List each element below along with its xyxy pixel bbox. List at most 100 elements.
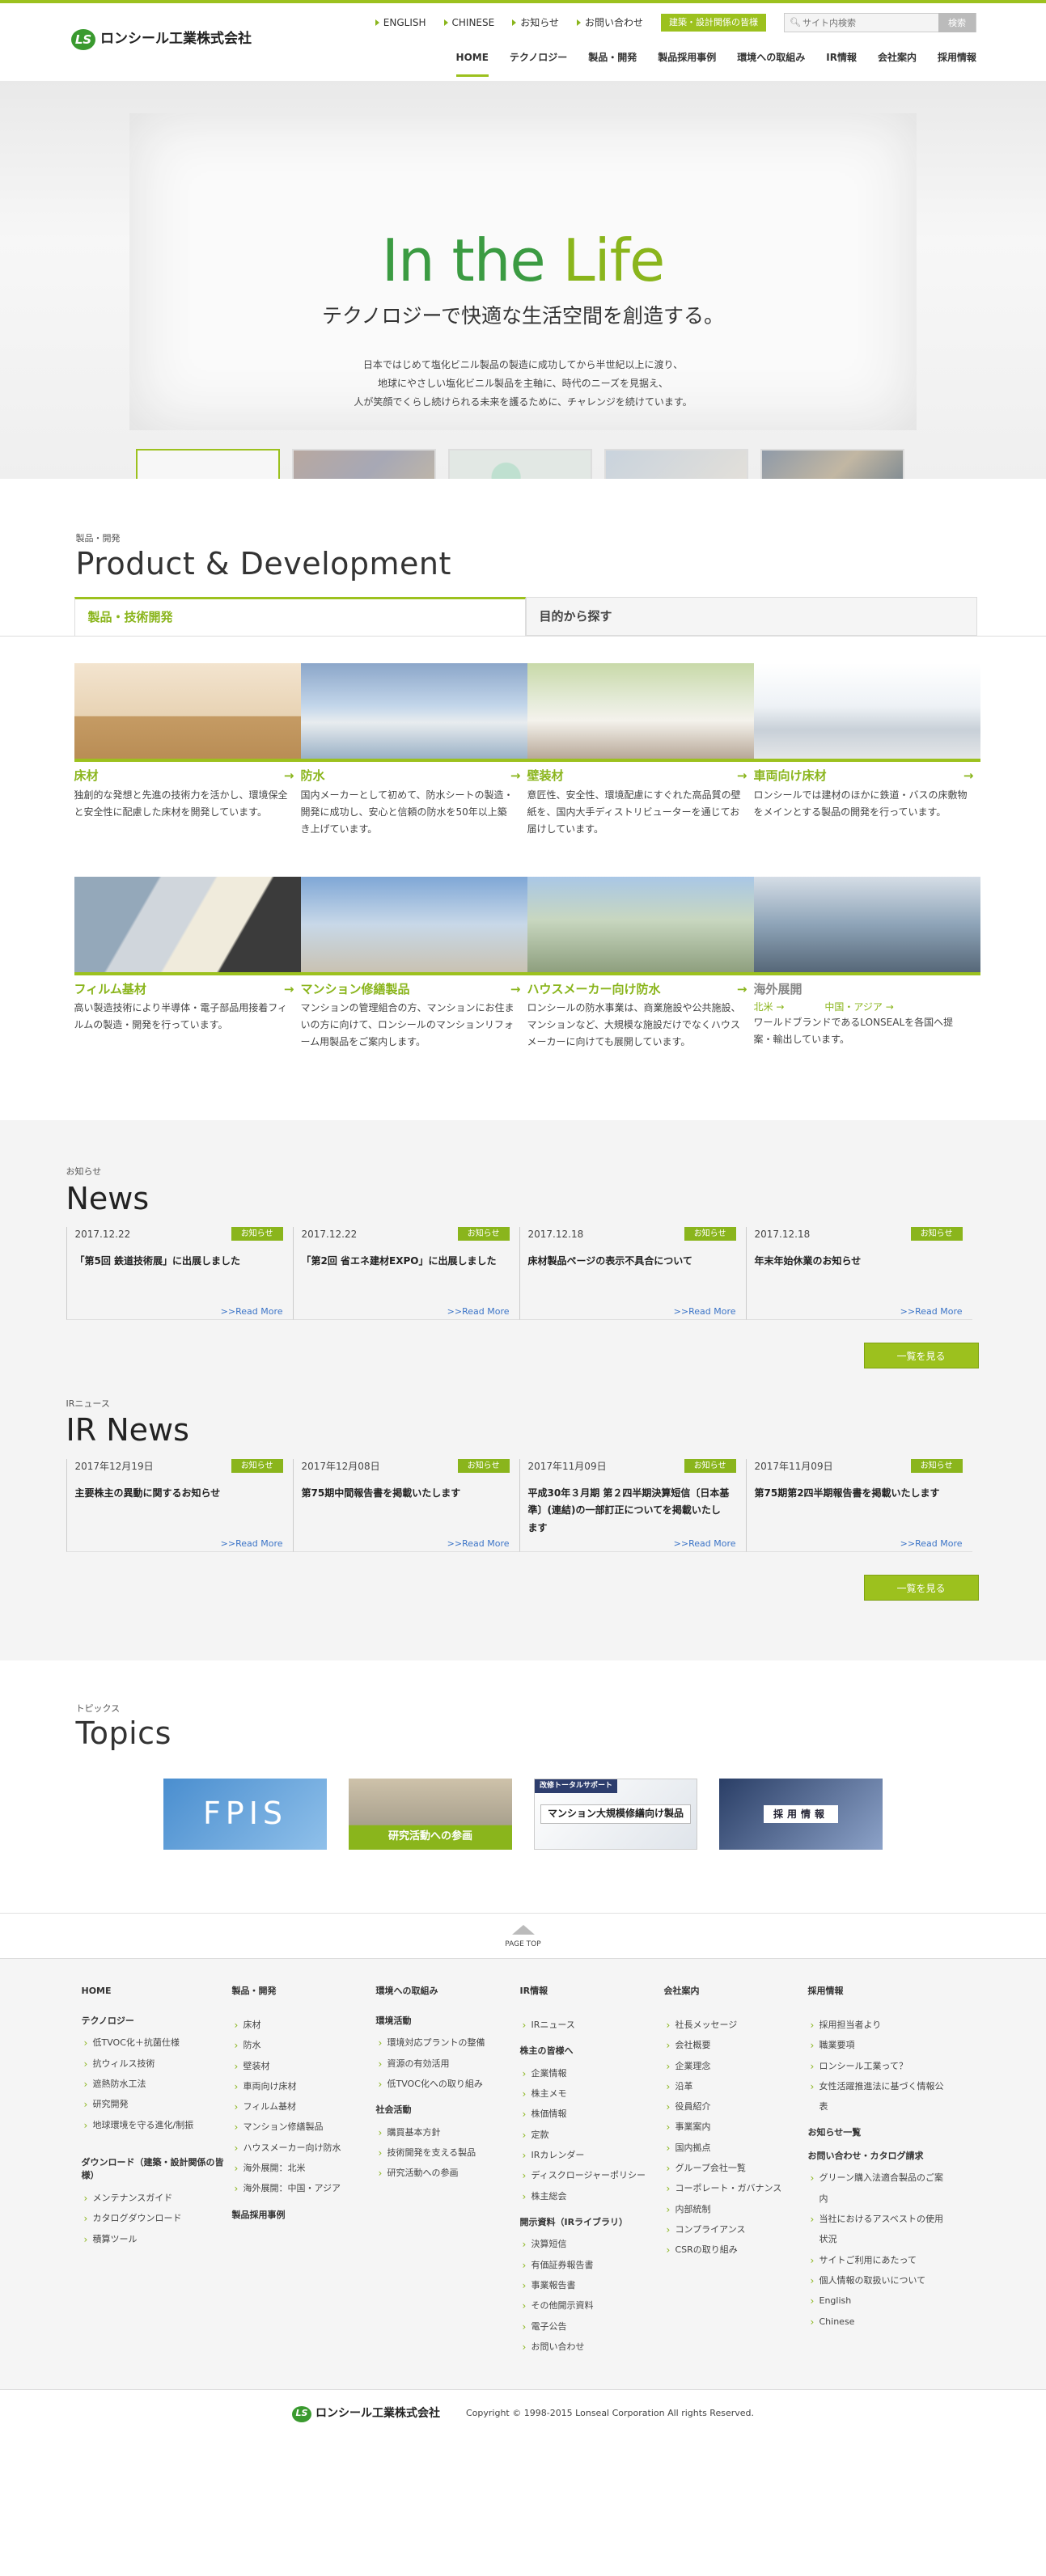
sitemap-heading-link[interactable]: テクノロジー (82, 2015, 232, 2028)
product-card[interactable]: ハウスメーカー向け防水 → ロンシールの防水事業は、商業施設や公共施設、マンション… (527, 876, 754, 1051)
search-button[interactable]: 検索 (938, 13, 976, 32)
sitemap-link[interactable]: 資源の有効活用 (376, 2054, 520, 2076)
design-professionals-button[interactable]: 建築・設計関係の皆様 (661, 13, 766, 32)
overseas-asia-link[interactable]: 中国・アジア → (824, 1000, 893, 1014)
footer-logo[interactable]: LS ロンシール工業株式会社 (291, 2405, 440, 2422)
sitemap-link[interactable]: その他開示資料 (520, 2295, 664, 2318)
slider-thumb-5[interactable] (760, 449, 904, 479)
sitemap-link[interactable]: メンテナンスガイド (82, 2188, 232, 2210)
sitemap-heading-link[interactable]: 社会活動 (376, 2104, 520, 2117)
sitemap-link[interactable]: IRカレンダー (520, 2145, 664, 2168)
sitemap-link[interactable]: 海外展開：中国・アジア (232, 2178, 376, 2201)
sitemap-link[interactable]: 技術開発を支える製品 (376, 2142, 520, 2165)
sitemap-heading-link[interactable]: 開示資料（IRライブラリ） (520, 2216, 664, 2230)
product-card[interactable]: 車両向け床材 → ロンシールでは建材のほかに鉄道・バスの床敷物をメインとする製品の… (753, 663, 980, 838)
slider-thumb-3[interactable] (448, 449, 592, 479)
ir-news-card[interactable]: 2017年12月19日 お知らせ 主要株主の異動に関するお知らせ >>Read M… (66, 1458, 293, 1552)
ir-news-card[interactable]: 2017年12月08日 お知らせ 第75期中間報告書を掲載いたします >>Read… (292, 1458, 519, 1552)
search-input[interactable] (785, 14, 938, 32)
news-list-button[interactable]: 一覧を見る (863, 1342, 979, 1368)
sitemap-link[interactable]: 電子公告 (520, 2316, 664, 2339)
site-logo[interactable]: LS ロンシール工業株式会社 (71, 29, 252, 50)
product-card[interactable]: 防水 → 国内メーカーとして初めて、防水シートの製造・開発に成功し、安心と信頼の防… (300, 663, 527, 838)
tab-products-tech[interactable]: 製品・技術開発 (74, 597, 526, 637)
read-more-link[interactable]: >>Read More (674, 1305, 736, 1319)
read-more-link[interactable]: >>Read More (674, 1538, 736, 1551)
sitemap-link[interactable]: ディスクロージャーポリシー (520, 2165, 664, 2188)
sitemap-link[interactable]: フィルム基材 (232, 2096, 376, 2119)
sitemap-link[interactable]: 企業情報 (520, 2063, 664, 2086)
sitemap-link[interactable]: IRニュース (520, 2015, 664, 2037)
ir-list-button[interactable]: 一覧を見る (863, 1574, 979, 1601)
sitemap-link[interactable]: 事業案内 (664, 2117, 808, 2139)
sitemap-link[interactable]: 決算短信 (520, 2234, 664, 2257)
nav-environment[interactable]: 環境への取組み (737, 50, 805, 77)
nav-recruit[interactable]: 採用情報 (938, 50, 976, 77)
utility-english-link[interactable]: ENGLISH (375, 15, 426, 30)
nav-home[interactable]: HOME (455, 50, 489, 77)
sitemap-link[interactable]: 遮熱防水工法 (82, 2074, 232, 2096)
sitemap-link[interactable]: 購買基本方針 (376, 2122, 520, 2145)
utility-news-link[interactable]: お知らせ (512, 15, 559, 30)
sitemap-heading-link[interactable]: 会社案内 (664, 1985, 808, 1999)
sitemap-heading-link[interactable]: 製品・開発 (232, 1985, 376, 1999)
sitemap-link[interactable]: 内部統制 (664, 2199, 808, 2222)
banner-mansion-repair[interactable]: 改修トータルサポート マンション大規模修繕向け製品 (534, 1778, 697, 1850)
nav-case-studies[interactable]: 製品採用事例 (658, 50, 716, 77)
read-more-link[interactable]: >>Read More (900, 1538, 963, 1551)
news-card[interactable]: 2017.12.22 お知らせ 「第5回 鉄道技術展」に出展しました >>Read… (66, 1226, 293, 1320)
sitemap-link[interactable]: 壁装材 (232, 2056, 376, 2079)
read-more-link[interactable]: >>Read More (900, 1305, 963, 1319)
sitemap-link[interactable]: CSRの取り組み (664, 2240, 808, 2262)
sitemap-link[interactable]: カタログダウンロード (82, 2208, 232, 2231)
sitemap-link[interactable]: 会社概要 (664, 2035, 808, 2058)
sitemap-heading-link[interactable]: 環境への取組み (376, 1985, 520, 1999)
product-card[interactable]: マンション修繕製品 → マンションの管理組合の方、マンションにお住まいの方に向けて… (300, 876, 527, 1051)
sitemap-link[interactable]: 当社におけるアスベストの使用状況 (808, 2209, 952, 2250)
sitemap-link[interactable]: 床材 (232, 2015, 376, 2037)
sitemap-link[interactable]: 抗ウィルス技術 (82, 2054, 232, 2076)
sitemap-link[interactable]: 低TVOC化への取り組み (376, 2074, 520, 2096)
nav-products[interactable]: 製品・開発 (588, 50, 637, 77)
sitemap-heading-link[interactable]: HOME (82, 1985, 232, 1999)
sitemap-heading-link[interactable]: 製品採用事例 (232, 2209, 376, 2223)
sitemap-link[interactable]: 社長メッセージ (664, 2015, 808, 2037)
read-more-link[interactable]: >>Read More (221, 1538, 283, 1551)
sitemap-link[interactable]: グリーン購入法適合製品のご案内 (808, 2168, 952, 2209)
sitemap-link[interactable]: ハウスメーカー向け防水 (232, 2138, 376, 2160)
sitemap-link[interactable]: ロンシール工業って？ (808, 2056, 952, 2079)
sitemap-link[interactable]: 車両向け床材 (232, 2076, 376, 2099)
read-more-link[interactable]: >>Read More (447, 1538, 510, 1551)
sitemap-link[interactable]: 国内拠点 (664, 2138, 808, 2160)
sitemap-heading-link[interactable]: ダウンロード（建築・設計関係の皆様） (82, 2156, 232, 2183)
sitemap-link[interactable]: 株主総会 (520, 2186, 664, 2209)
sitemap-link[interactable]: 株主メモ (520, 2083, 664, 2106)
sitemap-link[interactable]: 研究活動への参画 (376, 2163, 520, 2185)
sitemap-link[interactable]: 株価情報 (520, 2104, 664, 2126)
sitemap-link[interactable]: 企業理念 (664, 2056, 808, 2079)
sitemap-link[interactable]: 海外展開：北米 (232, 2158, 376, 2181)
sitemap-link[interactable]: 事業報告書 (520, 2275, 664, 2298)
sitemap-link[interactable]: コンプライアンス (664, 2219, 808, 2242)
slider-thumb-1[interactable] (136, 449, 280, 479)
news-card[interactable]: 2017.12.18 お知らせ 年末年始休業のお知らせ >>Read More (745, 1226, 972, 1320)
sitemap-link[interactable]: 採用担当者より (808, 2015, 952, 2037)
sitemap-link[interactable]: English (808, 2290, 952, 2313)
sitemap-link[interactable]: 有価証券報告書 (520, 2255, 664, 2278)
sitemap-link[interactable]: Chinese (808, 2312, 952, 2334)
sitemap-link[interactable]: 役員紹介 (664, 2096, 808, 2119)
sitemap-link[interactable]: 研究開発 (82, 2094, 232, 2117)
sitemap-heading-link[interactable]: 採用情報 (808, 1985, 952, 1999)
slider-thumb-2[interactable] (292, 449, 436, 479)
slider-thumb-4[interactable] (604, 449, 748, 479)
sitemap-heading-link[interactable]: 環境活動 (376, 2015, 520, 2028)
sitemap-link[interactable]: 低TVOC化＋抗菌仕様 (82, 2032, 232, 2055)
sitemap-link[interactable]: 地球環境を守る進化/制振 (82, 2115, 232, 2138)
sitemap-link[interactable]: 沿革 (664, 2076, 808, 2099)
sitemap-link[interactable]: 定款 (520, 2125, 664, 2147)
sitemap-link[interactable]: グループ会社一覧 (664, 2158, 808, 2181)
page-top-button[interactable]: PAGE TOP (0, 1912, 1046, 1959)
nav-ir[interactable]: IR情報 (826, 50, 857, 77)
utility-contact-link[interactable]: お問い合わせ (577, 15, 643, 30)
ir-news-card[interactable]: 2017年11月09日 お知らせ 平成30年３月期 第２四半期決算短信〔日本基準〕… (519, 1458, 746, 1552)
